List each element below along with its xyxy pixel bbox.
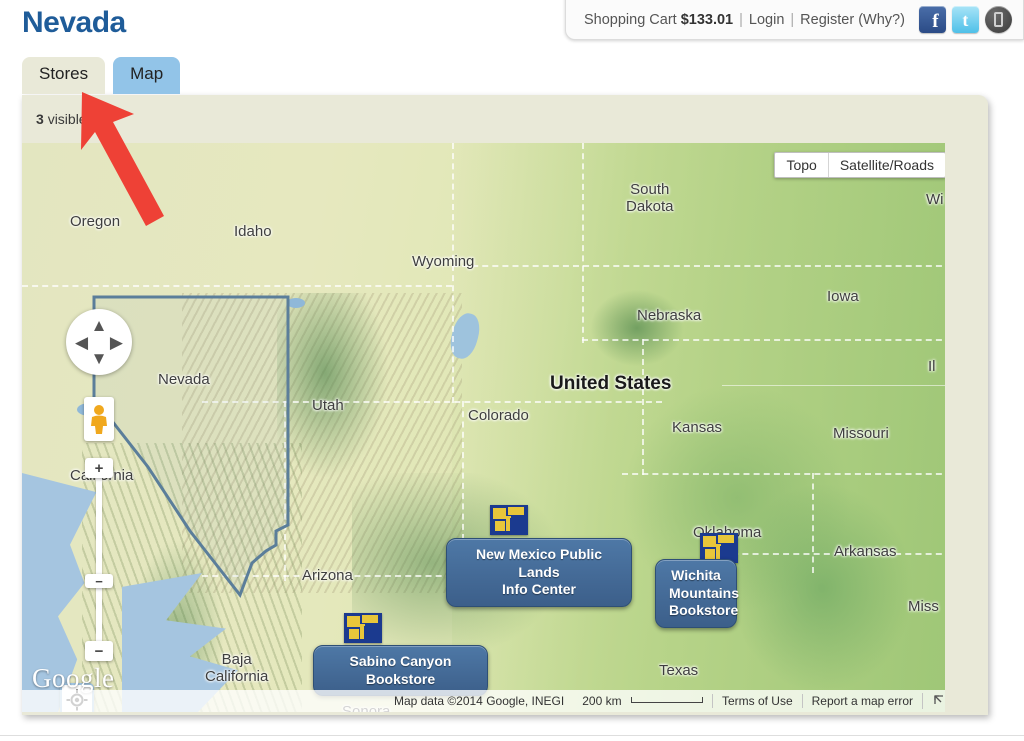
map-type-satellite-roads[interactable]: Satellite/Roads: [827, 153, 945, 177]
map-type-control: Topo Satellite/Roads: [774, 152, 945, 178]
map-border-line: [582, 339, 945, 341]
zoom-slider-handle[interactable]: −: [85, 574, 113, 589]
map-label-oregon: Oregon: [70, 213, 121, 230]
map-border-line: [622, 473, 945, 475]
report-map-error-link[interactable]: Report a map error: [801, 694, 922, 708]
map-scale: 200 km: [573, 694, 712, 708]
map-label-idaho: Idaho: [234, 223, 272, 240]
map-scale-label: 200 km: [582, 694, 622, 708]
terms-of-use-link[interactable]: Terms of Use: [711, 694, 802, 708]
store-label-text: Sabino Canyon Bookstore: [313, 645, 488, 696]
mobile-icon[interactable]: [984, 6, 1012, 33]
map-label-baja-california: Baja California: [205, 651, 269, 686]
tab-stores[interactable]: Stores: [22, 57, 106, 94]
login-link[interactable]: Login: [749, 12, 784, 28]
map-terrain-forest-5: [722, 473, 922, 703]
map-label-texas: Texas: [659, 662, 699, 679]
store-label-new-mexico-public-lands-info-center[interactable]: New Mexico Public Lands Info Center: [446, 538, 632, 607]
map-viewport[interactable]: Oregon Idaho Wyoming South Dakota Nebras…: [22, 143, 945, 712]
map-label-wisconsin: Wi: [926, 191, 944, 208]
store-marker-new-mexico-public-lands-info-center[interactable]: [490, 505, 528, 535]
zoom-out-button[interactable]: −: [85, 641, 113, 661]
map-label-nebraska: Nebraska: [637, 307, 702, 324]
map-data-attribution: Map data ©2014 Google, INEGI: [393, 694, 565, 708]
resize-grip-icon[interactable]: [922, 693, 943, 709]
map-terrain-forest-4: [582, 283, 692, 373]
map-label-nevada: Nevada: [158, 371, 210, 388]
visible-count-number: 3: [36, 111, 44, 127]
zoom-in-button[interactable]: +: [85, 458, 113, 478]
map-label-colorado: Colorado: [468, 407, 529, 424]
separator-1: |: [739, 11, 743, 28]
tab-bar: Stores Map: [22, 57, 181, 94]
store-marker-sabino-canyon-bookstore[interactable]: [344, 613, 382, 643]
map-border-line: [812, 473, 814, 573]
pan-left-icon[interactable]: ◀: [75, 334, 88, 351]
map-canvas[interactable]: Oregon Idaho Wyoming South Dakota Nebras…: [22, 143, 945, 712]
map-border-line: [722, 385, 945, 386]
store-label-text: Wichita Mountains Bookstore: [655, 559, 739, 628]
map-border-line: [22, 285, 452, 287]
account-bar: Shopping Cart $133.01 | Login | Register…: [565, 0, 1024, 40]
map-border-line: [452, 143, 454, 403]
map-label-kansas: Kansas: [672, 419, 723, 436]
map-label-utah: Utah: [312, 397, 344, 414]
store-label-sabino-canyon-bookstore[interactable]: Sabino Canyon Bookstore: [313, 645, 488, 696]
toolbar-panel: [22, 95, 988, 143]
twitter-icon[interactable]: t: [951, 6, 979, 33]
store-icon: [344, 613, 382, 643]
page-root: Nevada Shopping Cart $133.01 | Login | R…: [0, 0, 1024, 741]
map-type-topo[interactable]: Topo: [775, 153, 827, 177]
map-scale-bar: [630, 697, 703, 704]
pegman-glyph: [91, 405, 107, 434]
social-links: f t: [918, 6, 1012, 33]
visible-count: 3 visible: [36, 111, 87, 127]
map-label-wyoming: Wyoming: [412, 253, 475, 270]
map-border-line: [452, 265, 945, 267]
map-label-south-dakota: South Dakota: [626, 181, 674, 216]
map-label-iowa: Iowa: [827, 288, 859, 305]
pan-right-icon[interactable]: ▶: [110, 334, 123, 351]
map-label-arizona: Arizona: [302, 567, 353, 584]
map-label-arkansas: Arkansas: [834, 543, 897, 560]
store-icon: [490, 505, 528, 535]
account-links: Shopping Cart $133.01 | Login | Register…: [584, 12, 905, 28]
pegman-street-view-icon[interactable]: [84, 397, 114, 441]
map-label-illinois: Il: [928, 358, 936, 375]
map-attribution-bar: Map data ©2014 Google, INEGI 200 km Term…: [22, 690, 945, 712]
facebook-icon[interactable]: f: [918, 6, 946, 33]
map-border-line: [582, 143, 584, 343]
shopping-cart-label[interactable]: Shopping Cart: [584, 12, 677, 28]
zoom-slider-track[interactable]: [96, 463, 102, 658]
cart-amount: $133.01: [680, 11, 734, 28]
separator-2: |: [790, 11, 795, 28]
map-label-united-states: United States: [550, 373, 672, 394]
pan-up-icon[interactable]: ▲: [91, 317, 108, 334]
pan-down-icon[interactable]: ▼: [91, 350, 108, 367]
register-link[interactable]: Register (Why?): [800, 12, 905, 28]
page-bottom-divider: [0, 735, 1024, 736]
store-label-text: New Mexico Public Lands Info Center: [446, 538, 632, 607]
map-label-missouri: Missouri: [833, 425, 889, 442]
visible-count-label: visible: [47, 111, 87, 127]
map-label-mississippi: Miss: [908, 598, 939, 615]
store-label-wichita-mountains-bookstore[interactable]: Wichita Mountains Bookstore: [655, 559, 739, 628]
pan-control[interactable]: ▲ ▼ ◀ ▶: [66, 309, 132, 375]
map-border-line: [642, 339, 644, 475]
tab-map[interactable]: Map: [113, 57, 181, 94]
page-title: Nevada: [22, 6, 126, 39]
